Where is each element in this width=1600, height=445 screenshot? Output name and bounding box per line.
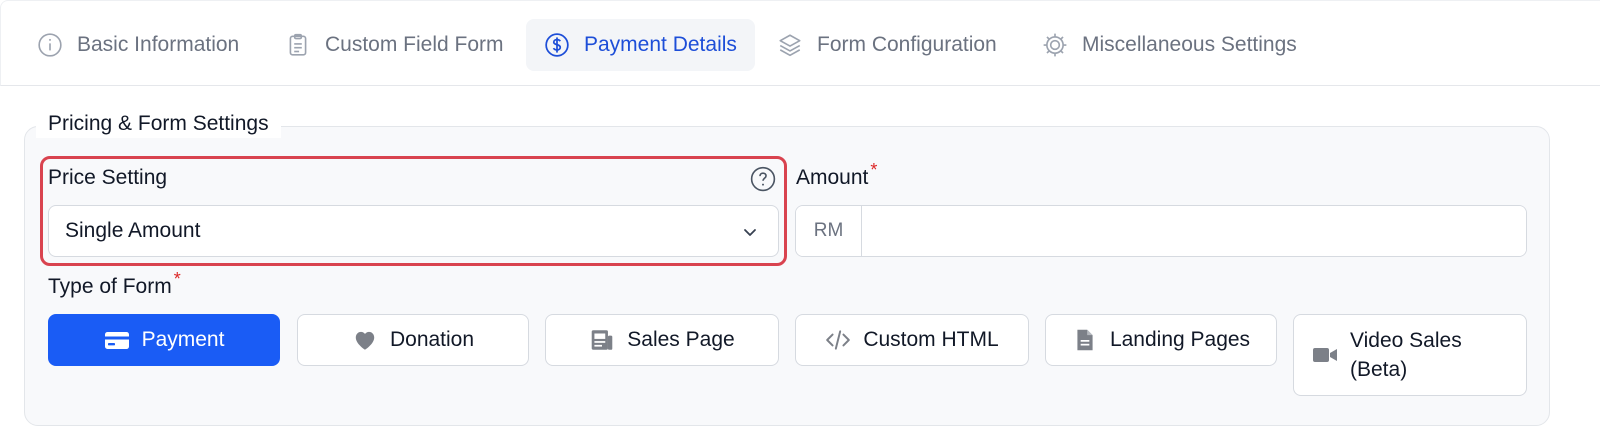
dollar-circle-icon <box>544 32 570 58</box>
currency-prefix: RM <box>796 206 862 256</box>
amount-label: Amount <box>796 166 869 189</box>
heart-icon <box>352 327 378 353</box>
required-mark: * <box>173 269 181 289</box>
tab-form-configuration[interactable]: Form Configuration <box>759 19 1015 71</box>
layers-icon <box>777 32 803 58</box>
amount-input[interactable] <box>862 206 1526 256</box>
tab-label: Custom Field Form <box>325 33 504 56</box>
tab-payment-details[interactable]: Payment Details <box>526 19 755 71</box>
form-type-label: Payment <box>141 328 225 351</box>
info-circle-icon <box>37 32 63 58</box>
code-icon <box>825 327 851 353</box>
type-of-form-label: Type of Form <box>48 275 172 298</box>
type-of-form-label-wrap: Type of Form * <box>48 269 181 301</box>
tab-label: Basic Information <box>77 33 240 56</box>
form-type-custom-html-button[interactable]: Custom HTML <box>795 314 1029 366</box>
tab-label: Miscellaneous Settings <box>1082 33 1297 56</box>
form-type-payment-button[interactable]: Payment <box>48 314 280 366</box>
tab-miscellaneous-settings[interactable]: Miscellaneous Settings <box>1024 19 1315 71</box>
tab-bar: Basic Information Custom Field Form Paym… <box>0 0 1600 86</box>
clipboard-icon <box>285 32 311 58</box>
video-camera-icon <box>1312 342 1338 368</box>
price-setting-label: Price Setting <box>48 166 168 189</box>
credit-card-icon <box>104 327 130 353</box>
gear-icon <box>1042 32 1068 58</box>
form-type-landing-pages-button[interactable]: Landing Pages <box>1045 314 1277 366</box>
amount-input-group: RM <box>795 205 1527 257</box>
newspaper-icon <box>589 327 615 353</box>
form-type-sales-page-button[interactable]: Sales Page <box>545 314 779 366</box>
tab-custom-field-form[interactable]: Custom Field Form <box>267 19 522 71</box>
form-type-donation-button[interactable]: Donation <box>297 314 529 366</box>
tab-label: Payment Details <box>584 33 737 56</box>
form-type-video-sales-button[interactable]: Video Sales (Beta) <box>1293 314 1527 396</box>
form-type-label: Landing Pages <box>1109 328 1251 351</box>
price-setting-value: Single Amount <box>65 219 201 242</box>
form-type-label: Video Sales (Beta) <box>1350 329 1462 381</box>
section-legend: Pricing & Form Settings <box>36 110 281 138</box>
form-type-label: Custom HTML <box>863 328 999 351</box>
tab-label: Form Configuration <box>817 33 997 56</box>
document-icon <box>1072 327 1098 353</box>
chevron-down-icon <box>740 222 760 242</box>
question-circle-icon[interactable] <box>750 166 776 192</box>
form-type-label: Donation <box>389 328 475 351</box>
form-type-label: Sales Page <box>627 328 735 351</box>
tab-basic-information[interactable]: Basic Information <box>19 19 257 71</box>
price-setting-select[interactable]: Single Amount <box>48 205 779 257</box>
amount-label-wrap: Amount * <box>796 160 877 192</box>
required-mark: * <box>870 160 878 180</box>
